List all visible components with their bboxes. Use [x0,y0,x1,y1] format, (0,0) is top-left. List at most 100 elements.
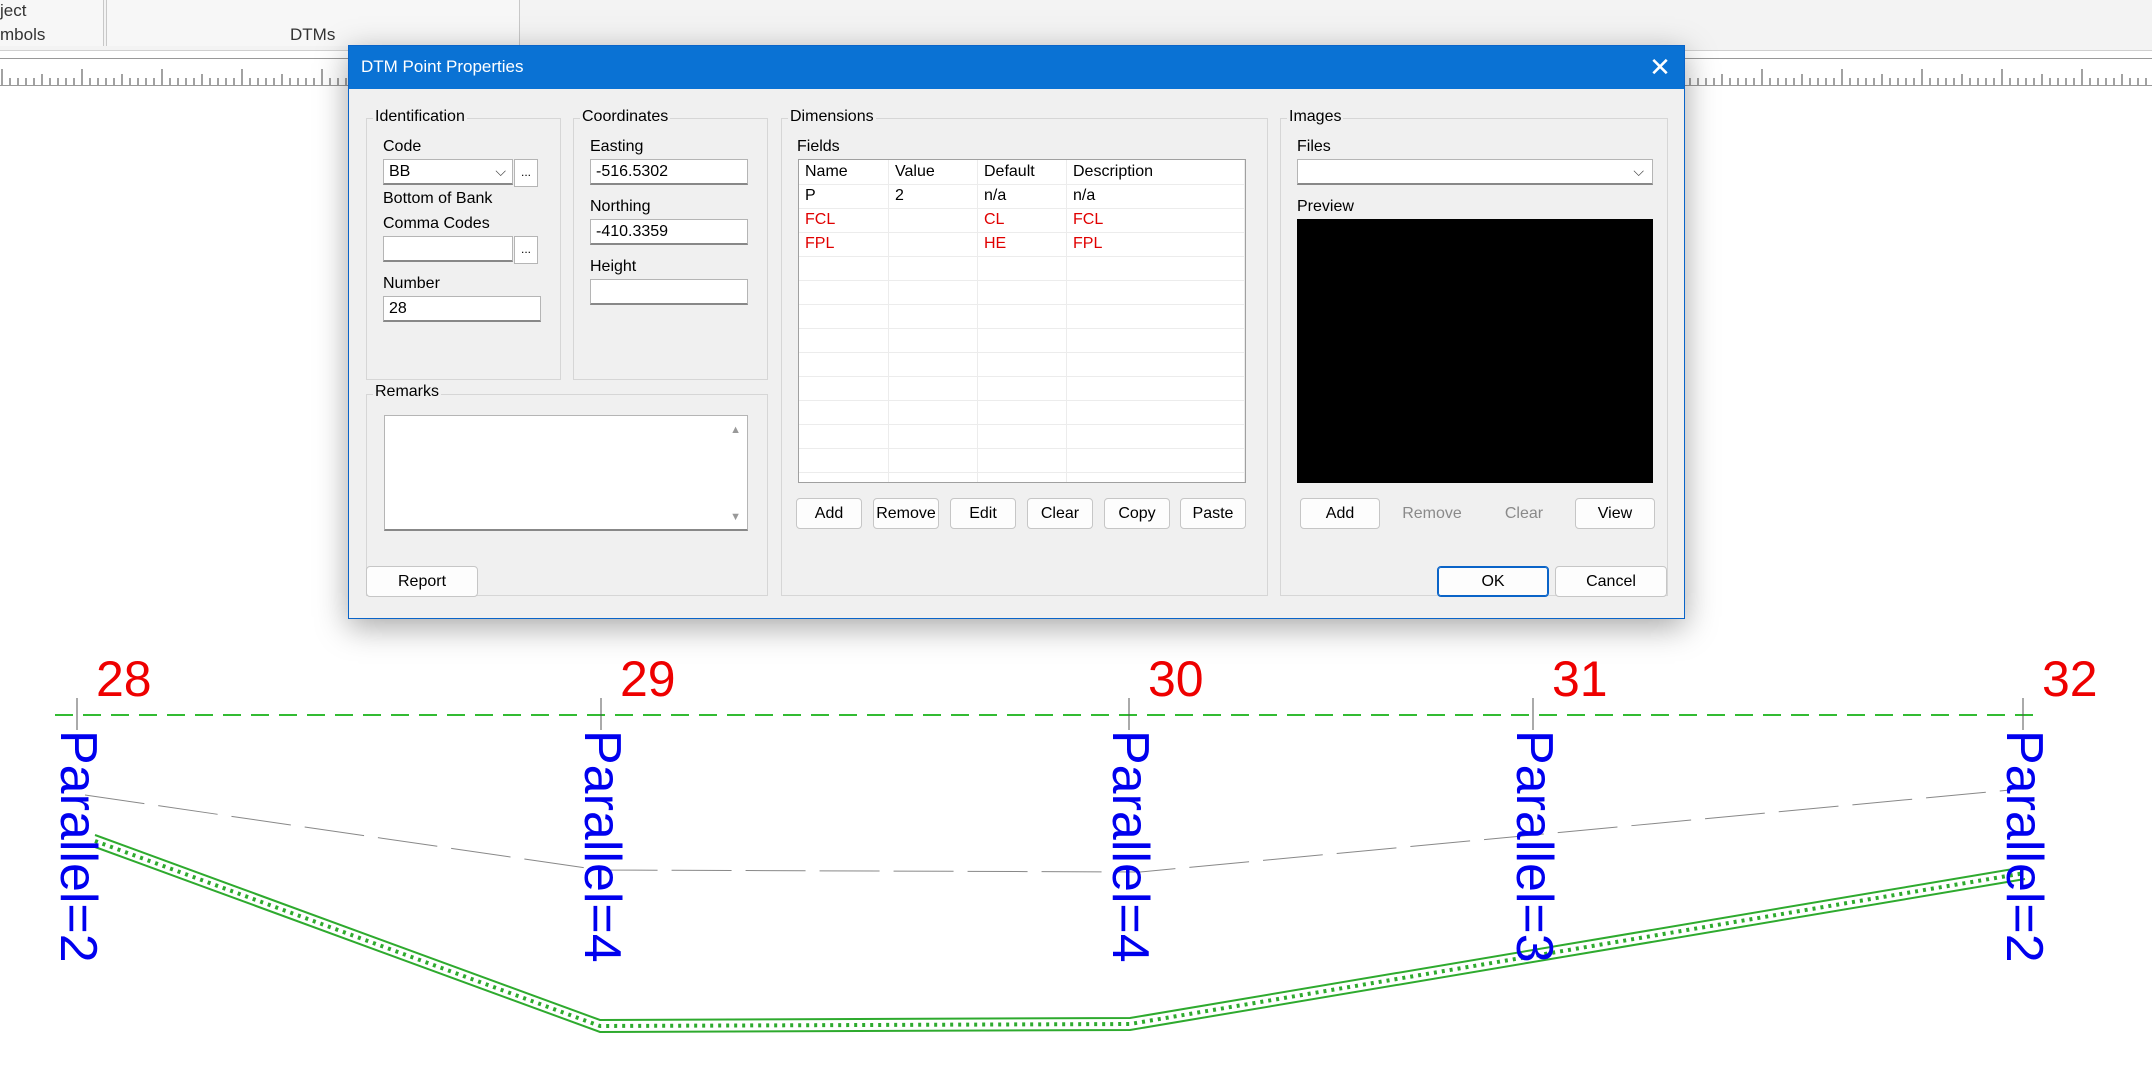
grid-cell[interactable] [978,304,1067,328]
images-view-button[interactable]: View [1575,498,1655,529]
grid-cell[interactable] [799,352,889,376]
dimensions-clear-button[interactable]: Clear [1027,498,1093,529]
grid-cell[interactable] [978,472,1067,482]
grid-cell[interactable] [799,424,889,448]
files-combobox[interactable]: ⌵ [1297,159,1653,185]
cell-name[interactable]: FCL [799,208,889,232]
grid-cell[interactable] [1067,352,1245,376]
height-input[interactable] [590,279,748,305]
northing-input[interactable]: -410.3359 [590,219,748,245]
grid-cell[interactable] [799,304,889,328]
grid-cell[interactable] [889,448,978,472]
column-header-value[interactable]: Value [889,160,978,184]
table-row[interactable] [799,472,1245,482]
grid-cell[interactable] [1067,304,1245,328]
grid-cell[interactable] [1067,424,1245,448]
grid-cell[interactable] [799,328,889,352]
remarks-textarea[interactable]: ▲ ▼ [384,415,748,531]
cell-default[interactable]: HE [978,232,1067,256]
grid-cell[interactable] [889,328,978,352]
code-combobox[interactable]: BB ⌵ [383,159,513,185]
grid-cell[interactable] [799,448,889,472]
cell-name[interactable]: P [799,184,889,208]
table-row[interactable] [799,376,1245,401]
grid-cell[interactable] [978,400,1067,424]
point-number-28[interactable]: 28 [96,650,152,708]
grid-cell[interactable] [1067,328,1245,352]
table-row[interactable] [799,256,1245,281]
grid-cell[interactable] [978,352,1067,376]
grid-cell[interactable] [978,424,1067,448]
grid-cell[interactable] [889,280,978,304]
table-row[interactable] [799,448,1245,473]
drawing-canvas[interactable]: 28 29 30 31 32 Parallel=2 Parallel=4 Par… [0,600,2152,1075]
cell-value[interactable]: 2 [889,184,978,208]
easting-input[interactable]: -516.5302 [590,159,748,185]
grid-cell[interactable] [1067,280,1245,304]
comma-codes-browse-button[interactable]: ... [514,236,538,264]
grid-cell[interactable] [1067,472,1245,482]
grid-cell[interactable] [889,304,978,328]
point-number-32[interactable]: 32 [2042,650,2098,708]
cell-default[interactable]: n/a [978,184,1067,208]
grid-cell[interactable] [1067,256,1245,280]
grid-cell[interactable] [978,280,1067,304]
grid-cell[interactable] [889,400,978,424]
table-row[interactable] [799,280,1245,305]
dialog-title-bar[interactable]: DTM Point Properties ✕ [349,46,1684,89]
grid-cell[interactable] [889,376,978,400]
dimensions-edit-button[interactable]: Edit [950,498,1016,529]
point-number-31[interactable]: 31 [1552,650,1608,708]
grid-cell[interactable] [799,400,889,424]
grid-cell[interactable] [1067,376,1245,400]
cell-description[interactable]: FPL [1067,232,1245,256]
point-number-29[interactable]: 29 [620,650,676,708]
grid-cell[interactable] [978,328,1067,352]
cell-default[interactable]: CL [978,208,1067,232]
column-header-default[interactable]: Default [978,160,1067,184]
cell-name[interactable]: FPL [799,232,889,256]
dimensions-copy-button[interactable]: Copy [1104,498,1170,529]
table-row[interactable]: FPL HE FPL [799,232,1245,257]
report-button[interactable]: Report [366,566,478,597]
fields-grid[interactable]: Name Value Default Description P 2 n/a n… [798,159,1246,483]
code-browse-button[interactable]: ... [514,159,538,187]
grid-cell[interactable] [799,256,889,280]
cell-value[interactable] [889,208,978,232]
table-row[interactable] [799,304,1245,329]
images-clear-button[interactable]: Clear [1484,498,1564,529]
table-row[interactable]: FCL CL FCL [799,208,1245,233]
dimensions-add-button[interactable]: Add [796,498,862,529]
cell-description[interactable]: FCL [1067,208,1245,232]
cell-value[interactable] [889,232,978,256]
ok-button[interactable]: OK [1437,566,1549,597]
close-icon[interactable]: ✕ [1642,50,1678,84]
cancel-button[interactable]: Cancel [1555,566,1667,597]
table-row[interactable]: P 2 n/a n/a [799,184,1245,209]
dimensions-remove-button[interactable]: Remove [873,498,939,529]
scroll-up-icon[interactable]: ▲ [730,424,741,436]
grid-cell[interactable] [799,376,889,400]
dimensions-paste-button[interactable]: Paste [1180,498,1246,529]
grid-cell[interactable] [1067,448,1245,472]
grid-cell[interactable] [889,472,978,482]
grid-cell[interactable] [799,472,889,482]
scroll-down-icon[interactable]: ▼ [730,511,741,523]
cell-description[interactable]: n/a [1067,184,1245,208]
table-row[interactable] [799,424,1245,449]
table-row[interactable] [799,352,1245,377]
grid-cell[interactable] [978,256,1067,280]
number-input[interactable]: 28 [383,296,541,322]
grid-cell[interactable] [889,424,978,448]
grid-cell[interactable] [889,256,978,280]
table-row[interactable] [799,328,1245,353]
comma-codes-input[interactable] [383,236,513,262]
column-header-name[interactable]: Name [799,160,889,184]
grid-cell[interactable] [978,448,1067,472]
table-row[interactable] [799,400,1245,425]
grid-cell[interactable] [889,352,978,376]
grid-cell[interactable] [978,376,1067,400]
grid-cell[interactable] [799,280,889,304]
grid-cell[interactable] [1067,400,1245,424]
images-add-button[interactable]: Add [1300,498,1380,529]
